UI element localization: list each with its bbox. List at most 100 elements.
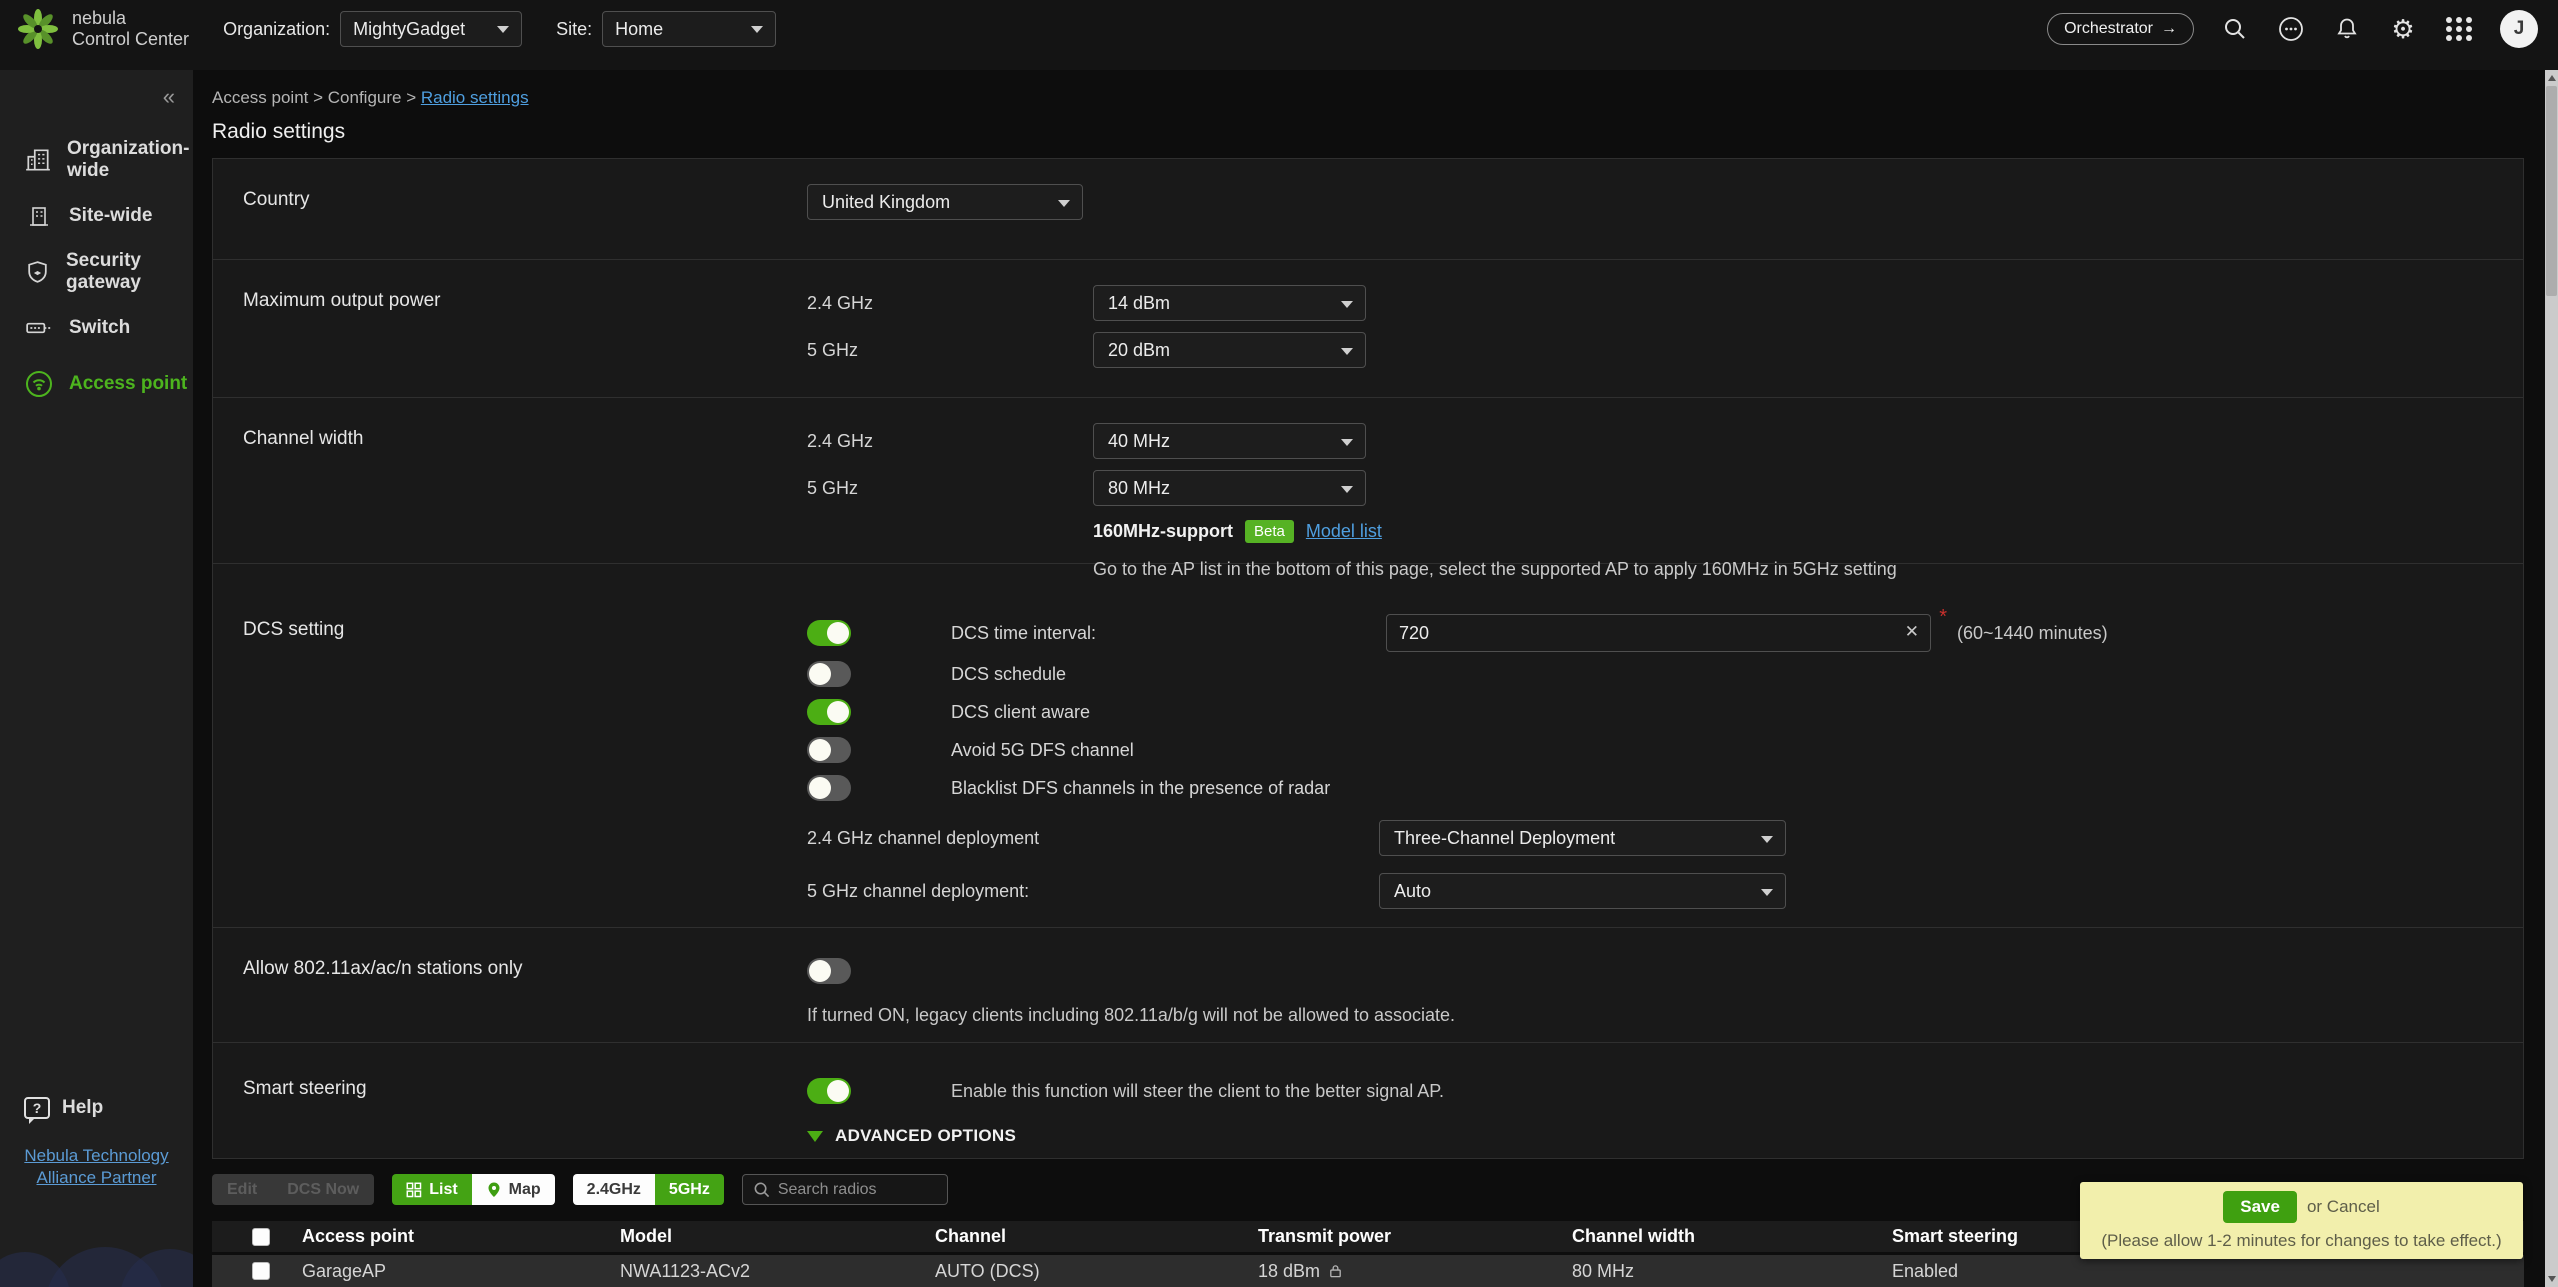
clear-input-icon[interactable]: ✕ xyxy=(1905,622,1919,642)
cloud-decoration xyxy=(0,1229,193,1287)
model-list-link[interactable]: Model list xyxy=(1306,521,1382,542)
brand-text: nebula Control Center xyxy=(72,8,189,50)
dcs-time-interval-label: DCS time interval: xyxy=(951,622,1097,643)
building-icon xyxy=(24,203,54,229)
sidebar-collapse-icon[interactable]: « xyxy=(163,84,175,110)
band-24ghz-button[interactable]: 2.4GHz xyxy=(572,1174,655,1205)
sidebar-item-site-wide[interactable]: Site-wide xyxy=(0,188,193,244)
advanced-options-toggle[interactable]: ADVANCED OPTIONS xyxy=(807,1126,2523,1146)
avoid-dfs-row: Avoid 5G DFS channel xyxy=(807,731,2523,769)
country-select[interactable]: United Kingdom xyxy=(807,184,1083,220)
search-radios-input[interactable] xyxy=(777,1180,937,1199)
edit-button[interactable]: Edit xyxy=(212,1181,272,1199)
header-channel: Channel xyxy=(935,1226,1007,1246)
sidebar-item-label: Organization-wide xyxy=(67,138,190,181)
main-content: Access point > Configure > Radio setting… xyxy=(193,70,2545,1287)
settings-gear-icon[interactable]: ⚙ xyxy=(2388,14,2418,44)
scrollbar-thumb[interactable] xyxy=(2546,86,2557,296)
deploy-5ghz-row: 5 GHz channel deployment: Auto xyxy=(807,869,2523,913)
brand-line1: nebula xyxy=(72,8,127,28)
chevron-down-icon xyxy=(1341,301,1353,308)
orchestrator-label: Orchestrator xyxy=(2064,20,2153,37)
deploy-5ghz-select[interactable]: Auto xyxy=(1379,873,1786,909)
lock-icon xyxy=(1330,1265,1341,1278)
access-point-wifi-icon xyxy=(24,369,54,399)
country-section-label: Country xyxy=(243,189,310,210)
width-24ghz-value: 40 MHz xyxy=(1108,430,1171,451)
organization-select[interactable]: MightyGadget xyxy=(340,11,523,47)
dcs-time-interval-toggle[interactable] xyxy=(807,620,851,646)
nebula-logo-icon xyxy=(18,9,58,49)
brand: nebula Control Center xyxy=(16,7,189,51)
notifications-bell-icon[interactable] xyxy=(2332,14,2362,44)
power-24ghz-select[interactable]: 14 dBm xyxy=(1093,285,1366,321)
dcs-now-button[interactable]: DCS Now xyxy=(272,1181,374,1199)
list-grid-icon xyxy=(406,1182,422,1197)
deploy-24ghz-select[interactable]: Three-Channel Deployment xyxy=(1379,820,1786,856)
width-5ghz-value: 80 MHz xyxy=(1108,477,1171,498)
radio-settings-page: nebula Control Center Organization: Migh… xyxy=(0,0,2558,1287)
dcs-schedule-label: DCS schedule xyxy=(951,663,1067,684)
list-view-button[interactable]: List xyxy=(392,1174,472,1205)
allow-ax-toggle[interactable] xyxy=(807,958,851,984)
sidebar-item-organization-wide[interactable]: Organization-wide xyxy=(0,132,193,188)
cell-access-point: GarageAP xyxy=(302,1260,387,1281)
header-transmit-power: Transmit power xyxy=(1258,1226,1392,1246)
blacklist-dfs-toggle[interactable] xyxy=(807,775,851,801)
more-options-icon[interactable] xyxy=(2276,14,2306,44)
allow-ax-note: If turned ON, legacy clients including 8… xyxy=(807,1005,1456,1025)
vertical-scrollbar[interactable] xyxy=(2545,70,2558,1287)
arrow-right-icon: → xyxy=(2161,20,2177,37)
help-button[interactable]: ? Help xyxy=(0,1097,193,1124)
smart-steering-toggle[interactable] xyxy=(807,1078,851,1104)
breadcrumb-current-link[interactable]: Radio settings xyxy=(421,88,529,107)
sidebar-item-switch[interactable]: Switch xyxy=(0,300,193,356)
map-view-button[interactable]: Map xyxy=(471,1174,555,1205)
sidebar-item-label: Switch xyxy=(69,317,131,338)
dcs-section-label: DCS setting xyxy=(243,619,345,640)
save-button[interactable]: Save xyxy=(2223,1190,2297,1223)
buildings-icon xyxy=(24,146,52,174)
deploy-24ghz-label: 2.4 GHz channel deployment xyxy=(807,827,1040,848)
band-5ghz-button-label: 5GHz xyxy=(668,1180,710,1198)
top-header: nebula Control Center Organization: Migh… xyxy=(0,0,2558,70)
dcs-client-aware-toggle[interactable] xyxy=(807,699,851,725)
chevron-down-icon xyxy=(1058,200,1070,207)
cell-smart-steering: Enabled xyxy=(1892,1260,1959,1281)
chevron-down-icon xyxy=(1761,889,1773,896)
dcs-client-aware-label: DCS client aware xyxy=(951,701,1091,722)
deploy-24ghz-row: 2.4 GHz channel deployment Three-Channel… xyxy=(807,816,2523,860)
cancel-link[interactable]: or Cancel xyxy=(2307,1197,2380,1217)
allow-ax-label: Allow 802.11ax/ac/n stations only xyxy=(243,958,523,979)
dcs-time-interval-input[interactable] xyxy=(1386,614,1931,652)
beta-badge: Beta xyxy=(1245,520,1294,543)
row-checkbox[interactable] xyxy=(252,1262,270,1280)
select-all-checkbox[interactable] xyxy=(252,1227,270,1246)
nebula-alliance-partner-link[interactable]: Nebula Technology Alliance Partner xyxy=(22,1145,172,1189)
organization-label: Organization: xyxy=(223,18,331,39)
site-select[interactable]: Home xyxy=(602,11,777,47)
support-160mhz-label: 160MHz-support xyxy=(1093,521,1234,541)
dcs-schedule-toggle[interactable] xyxy=(807,661,851,687)
scroll-up-arrow[interactable] xyxy=(2545,70,2558,86)
orchestrator-button[interactable]: Orchestrator → xyxy=(2047,13,2194,45)
sidebar-item-security-gateway[interactable]: Security gateway xyxy=(0,244,193,300)
apps-grid-icon[interactable] xyxy=(2444,14,2474,44)
channel-width-section: Channel width 2.4 GHz 40 MHz 5 GHz 80 MH… xyxy=(213,398,2523,579)
band-5ghz-button[interactable]: 5GHz xyxy=(654,1174,724,1205)
user-avatar[interactable]: J xyxy=(2500,10,2538,48)
sidebar-item-access-point[interactable]: Access point xyxy=(0,356,193,412)
header-model: Model xyxy=(620,1226,672,1246)
band-24ghz-label: 2.4 GHz xyxy=(807,430,874,451)
width-5ghz-select[interactable]: 80 MHz xyxy=(1093,470,1366,506)
search-icon[interactable] xyxy=(2220,14,2250,44)
header-access-point: Access point xyxy=(302,1226,415,1246)
max-output-power-label: Maximum output power xyxy=(243,290,441,311)
avoid-dfs-toggle[interactable] xyxy=(807,737,851,763)
table-row[interactable]: GarageAP NWA1123-ACv2 AUTO (DCS) 18 dBm … xyxy=(212,1255,2524,1287)
smart-steering-label: Smart steering xyxy=(243,1078,367,1099)
power-5ghz-select[interactable]: 20 dBm xyxy=(1093,332,1366,368)
scroll-down-arrow[interactable] xyxy=(2545,1271,2558,1287)
width-24ghz-select[interactable]: 40 MHz xyxy=(1093,423,1366,459)
chevron-down-icon xyxy=(751,25,764,33)
